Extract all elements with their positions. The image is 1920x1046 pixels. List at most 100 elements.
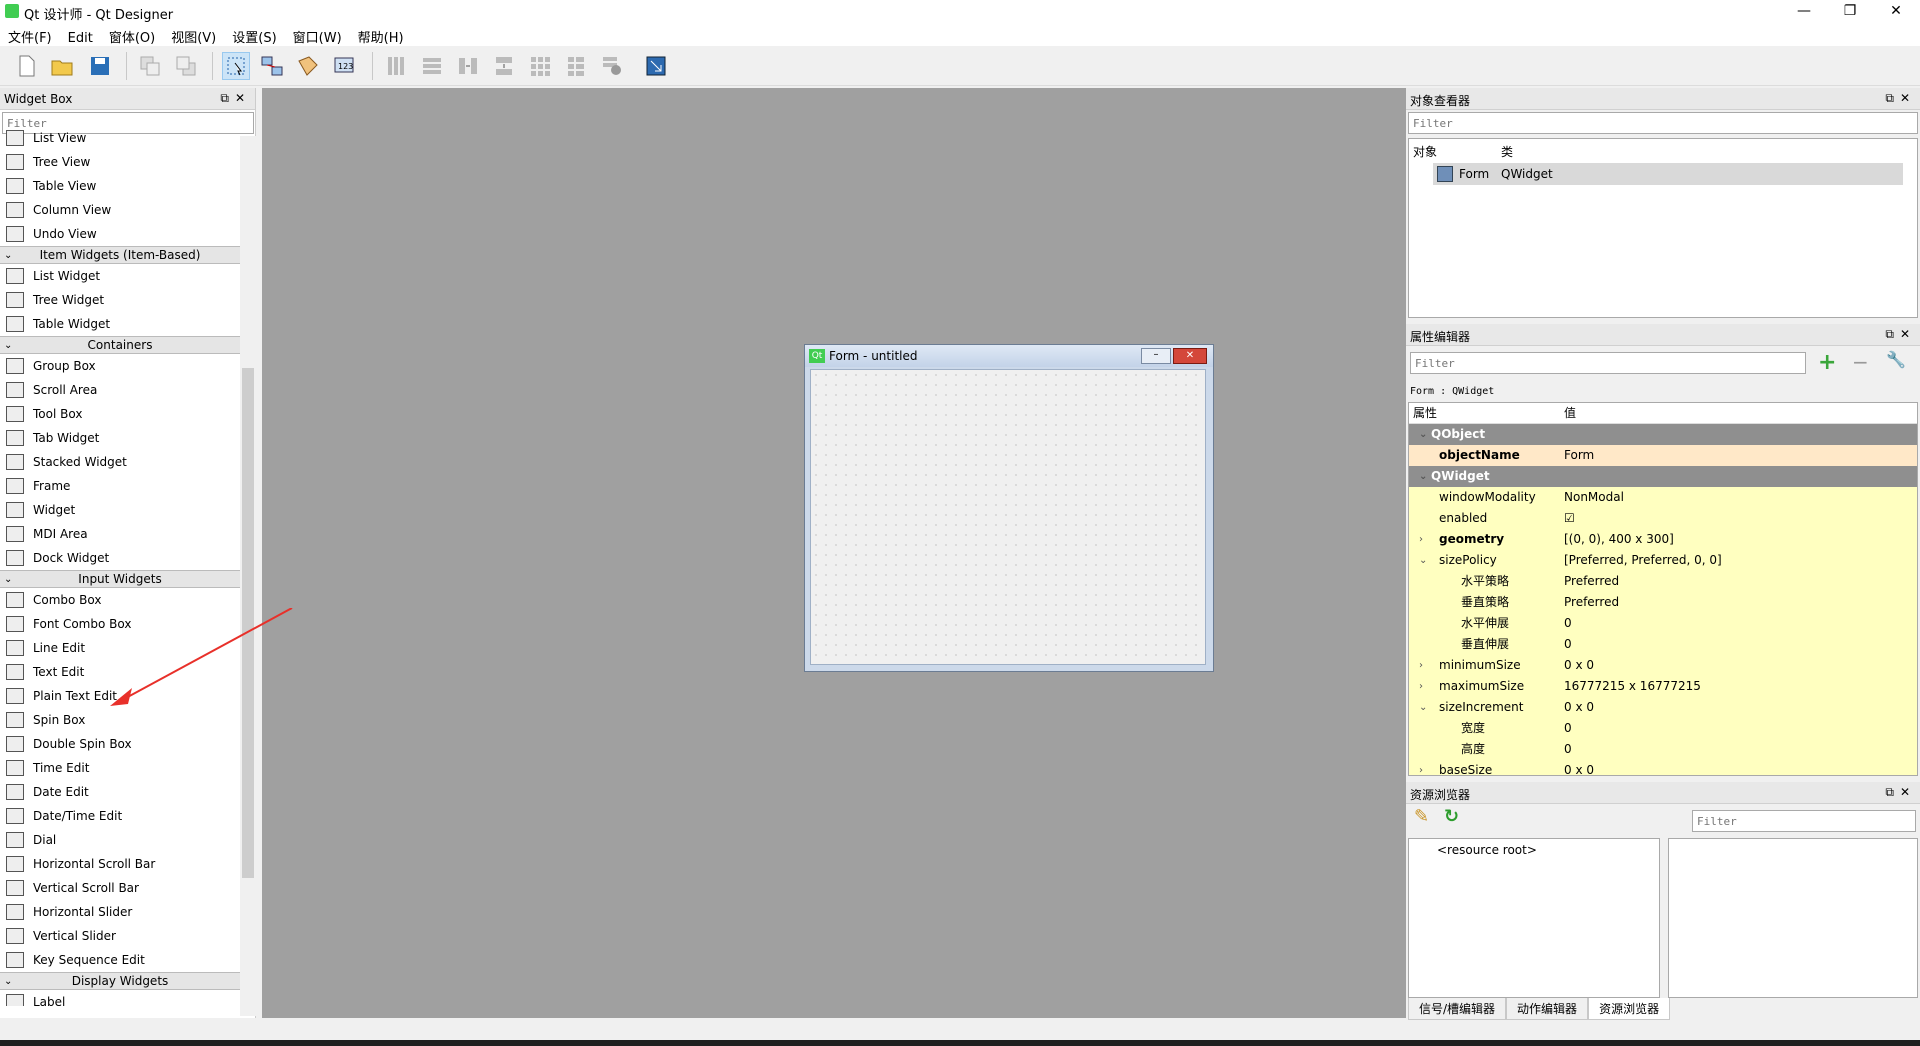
- property-value[interactable]: 0: [1564, 718, 1572, 739]
- widget-item[interactable]: Tree View: [0, 150, 240, 174]
- widget-item[interactable]: Frame: [0, 474, 240, 498]
- property-value[interactable]: 16777215 x 16777215: [1564, 676, 1701, 697]
- menu-window[interactable]: 窗口(W): [285, 24, 350, 46]
- property-row[interactable]: 垂直伸展 0: [1409, 634, 1917, 655]
- chevron-down-icon[interactable]: ⌄: [1419, 424, 1427, 445]
- widget-item[interactable]: List View: [0, 126, 240, 150]
- form-close-button[interactable]: ✕: [1173, 348, 1207, 364]
- object-row-form[interactable]: Form QWidget: [1433, 163, 1903, 185]
- chevron-right-icon[interactable]: ›: [1419, 655, 1423, 676]
- tab-signal-slot-editor[interactable]: 信号/槽编辑器: [1408, 998, 1507, 1020]
- widget-category[interactable]: ⌄ Input Widgets: [0, 570, 240, 588]
- property-row[interactable]: 水平策略 Preferred: [1409, 571, 1917, 592]
- dock-buttons[interactable]: ⧉✕: [1885, 91, 1916, 106]
- form-canvas[interactable]: [810, 369, 1206, 665]
- widget-item[interactable]: Column View: [0, 198, 240, 222]
- property-row[interactable]: › maximumSize 16777215 x 16777215: [1409, 676, 1917, 697]
- widget-item[interactable]: Scroll Area: [0, 378, 240, 402]
- property-row[interactable]: enabled ☑: [1409, 508, 1917, 529]
- property-value[interactable]: 0: [1564, 634, 1572, 655]
- property-value[interactable]: 0 x 0: [1564, 760, 1594, 775]
- new-file-button[interactable]: [12, 52, 40, 80]
- edit-resources-icon[interactable]: ✎: [1414, 806, 1429, 827]
- object-filter-input[interactable]: [1408, 112, 1918, 134]
- property-value[interactable]: 0: [1564, 739, 1572, 760]
- property-value[interactable]: Form: [1564, 445, 1594, 466]
- tab-action-editor[interactable]: 动作编辑器: [1506, 998, 1589, 1020]
- dock-buttons[interactable]: ⧉✕: [1885, 327, 1916, 342]
- widget-item[interactable]: Stacked Widget: [0, 450, 240, 474]
- send-to-back-button[interactable]: [136, 52, 164, 80]
- menu-view[interactable]: 视图(V): [163, 24, 224, 46]
- property-value[interactable]: [Preferred, Preferred, 0, 0]: [1564, 550, 1722, 571]
- menu-file[interactable]: 文件(F): [0, 24, 60, 46]
- chevron-down-icon[interactable]: ⌄: [1419, 466, 1427, 487]
- widget-category[interactable]: ⌄ Containers: [0, 336, 240, 354]
- edit-signals-slots-button[interactable]: [258, 52, 286, 80]
- widget-item[interactable]: List Widget: [0, 264, 240, 288]
- widget-item[interactable]: MDI Area: [0, 522, 240, 546]
- chevron-down-icon[interactable]: ⌄: [1419, 697, 1427, 718]
- add-property-icon[interactable]: +: [1818, 350, 1836, 375]
- widget-category[interactable]: ⌄ Display Widgets: [0, 972, 240, 990]
- minimize-button[interactable]: —: [1781, 0, 1827, 24]
- menu-edit[interactable]: Edit: [60, 28, 101, 46]
- widget-item[interactable]: Time Edit: [0, 756, 240, 780]
- property-value[interactable]: Preferred: [1564, 592, 1619, 613]
- property-value[interactable]: ☑: [1564, 508, 1575, 529]
- layout-form-button[interactable]: [562, 52, 590, 80]
- property-row[interactable]: ⌄ sizePolicy [Preferred, Preferred, 0, 0]: [1409, 550, 1917, 571]
- property-row[interactable]: › geometry [(0, 0), 400 x 300]: [1409, 529, 1917, 550]
- property-row[interactable]: ⌄ QObject: [1409, 424, 1917, 445]
- wrench-icon[interactable]: 🔧: [1886, 350, 1906, 369]
- property-row[interactable]: objectName Form: [1409, 445, 1917, 466]
- dock-buttons[interactable]: ⧉✕: [220, 91, 251, 106]
- property-row[interactable]: 水平伸展 0: [1409, 613, 1917, 634]
- property-value[interactable]: [(0, 0), 400 x 300]: [1564, 529, 1674, 550]
- property-row[interactable]: 高度 0: [1409, 739, 1917, 760]
- widget-item[interactable]: Undo View: [0, 222, 240, 246]
- widget-item[interactable]: Group Box: [0, 354, 240, 378]
- menu-form[interactable]: 窗体(O): [101, 24, 163, 46]
- chevron-right-icon[interactable]: ›: [1419, 760, 1423, 775]
- property-value[interactable]: 0 x 0: [1564, 655, 1594, 676]
- widget-item[interactable]: Horizontal Slider: [0, 900, 240, 924]
- property-row[interactable]: 垂直策略 Preferred: [1409, 592, 1917, 613]
- property-row[interactable]: 宽度 0: [1409, 718, 1917, 739]
- widget-item[interactable]: Date Edit: [0, 780, 240, 804]
- edit-tab-order-button[interactable]: 123: [330, 52, 358, 80]
- property-row[interactable]: ⌄ QWidget: [1409, 466, 1917, 487]
- widget-item[interactable]: Double Spin Box: [0, 732, 240, 756]
- widget-item[interactable]: Tool Box: [0, 402, 240, 426]
- widget-item[interactable]: Vertical Scroll Bar: [0, 876, 240, 900]
- property-row[interactable]: windowModality NonModal: [1409, 487, 1917, 508]
- widget-item[interactable]: Dock Widget: [0, 546, 240, 570]
- property-value[interactable]: Preferred: [1564, 571, 1619, 592]
- chevron-right-icon[interactable]: ›: [1419, 676, 1423, 697]
- property-value[interactable]: 0: [1564, 613, 1572, 634]
- form-minimize-button[interactable]: –: [1141, 348, 1171, 364]
- menu-settings[interactable]: 设置(S): [224, 24, 284, 46]
- widget-item[interactable]: Label: [0, 990, 240, 1006]
- form-titlebar[interactable]: Qt Form - untitled – ✕: [805, 345, 1213, 367]
- layout-splitter-vertical-button[interactable]: [490, 52, 518, 80]
- chevron-down-icon[interactable]: ⌄: [1419, 550, 1427, 571]
- edit-widgets-button[interactable]: [222, 52, 250, 80]
- widget-item[interactable]: Table Widget: [0, 312, 240, 336]
- property-row[interactable]: › baseSize 0 x 0: [1409, 760, 1917, 775]
- dock-buttons[interactable]: ⧉✕: [1885, 785, 1916, 800]
- property-value[interactable]: NonModal: [1564, 487, 1624, 508]
- widget-item[interactable]: Date/Time Edit: [0, 804, 240, 828]
- tab-resource-browser[interactable]: 资源浏览器: [1588, 998, 1671, 1020]
- close-button[interactable]: ✕: [1873, 0, 1919, 24]
- widget-item[interactable]: Horizontal Scroll Bar: [0, 852, 240, 876]
- reload-icon[interactable]: ↻: [1444, 806, 1459, 827]
- adjust-size-button[interactable]: [642, 52, 670, 80]
- widget-item[interactable]: Tab Widget: [0, 426, 240, 450]
- form-window[interactable]: Qt Form - untitled – ✕: [804, 344, 1214, 672]
- resource-root[interactable]: <resource root>: [1437, 843, 1537, 857]
- menu-help[interactable]: 帮助(H): [350, 24, 412, 46]
- chevron-right-icon[interactable]: ›: [1419, 529, 1423, 550]
- remove-property-icon[interactable]: −: [1852, 350, 1869, 374]
- open-file-button[interactable]: [48, 52, 76, 80]
